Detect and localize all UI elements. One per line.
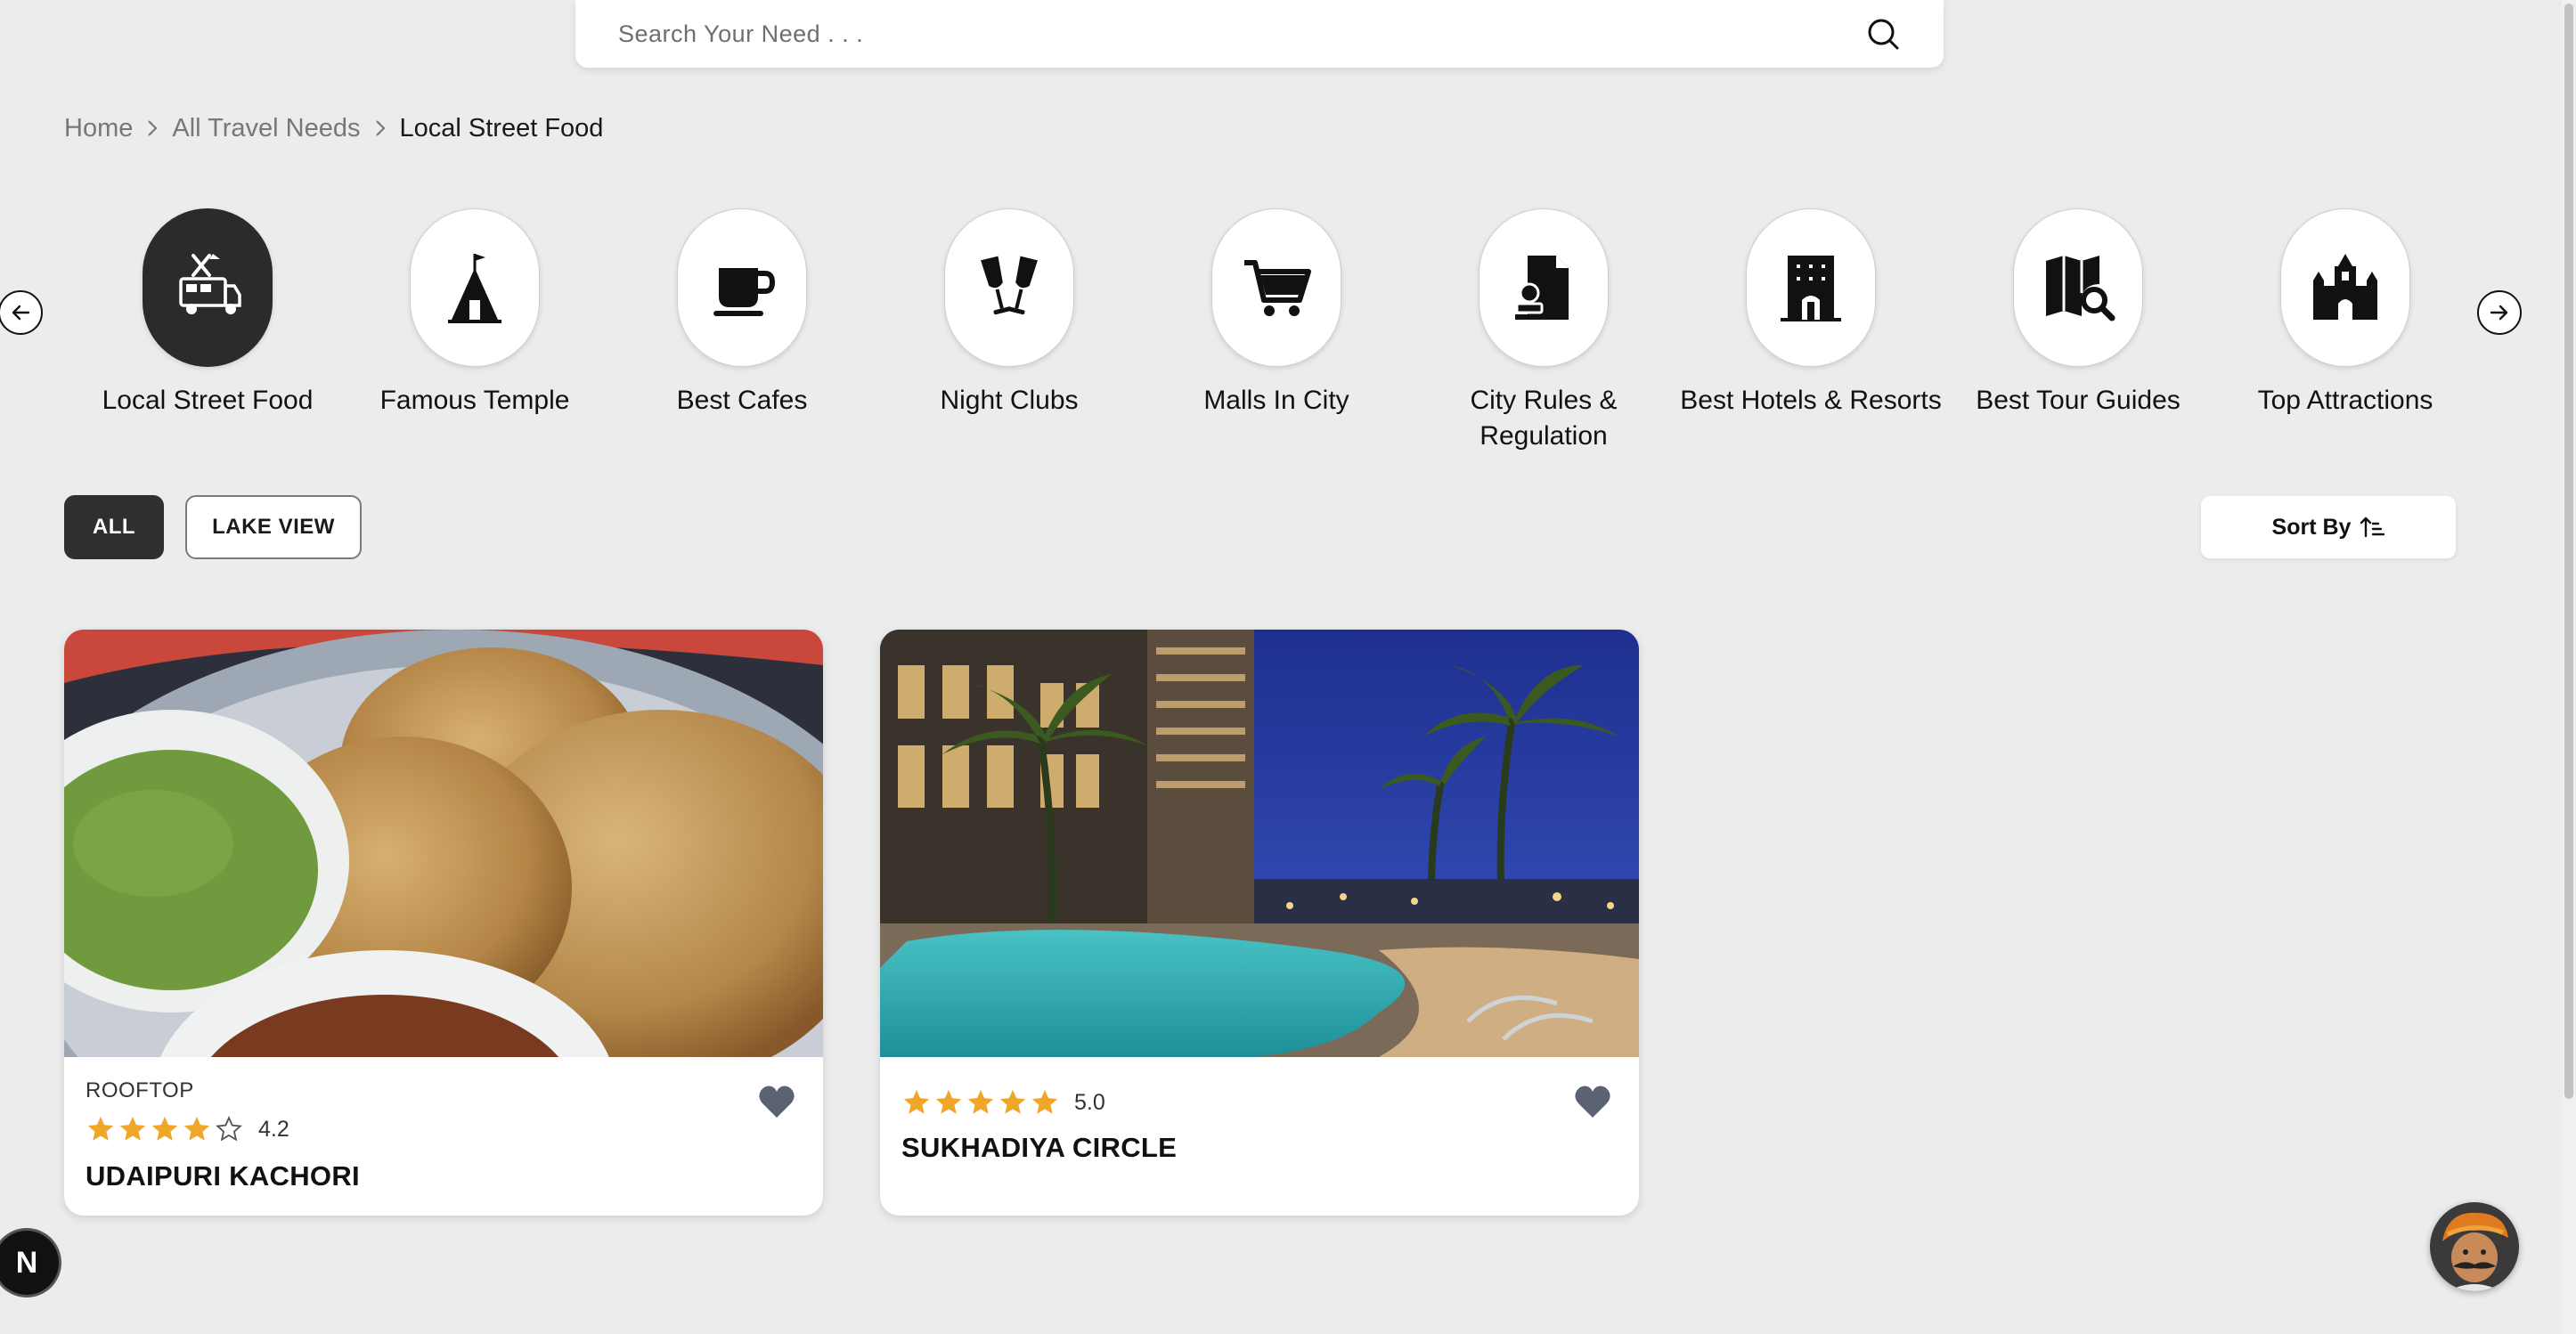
breadcrumb-home[interactable]: Home — [64, 114, 133, 143]
category-top-attractions[interactable]: Top Attractions — [2212, 208, 2479, 419]
category-malls-in-city[interactable]: Malls In City — [1143, 208, 1410, 419]
category-label: Night Clubs — [940, 386, 1079, 415]
palace-icon — [2313, 254, 2377, 320]
star-rating: 5.0 — [901, 1087, 1105, 1118]
category-famous-temple[interactable]: Famous Temple — [341, 208, 608, 419]
listing-card[interactable]: 5.0 SUKHADIYA CIRCLE — [880, 630, 1639, 1216]
chevron-right-icon — [375, 120, 386, 136]
star-filled-icon — [87, 1116, 114, 1141]
star-filled-icon — [967, 1089, 994, 1114]
star-filled-icon — [903, 1089, 930, 1114]
category-icon-circle — [1211, 208, 1341, 367]
search-bar — [575, 0, 1944, 68]
listing-name[interactable]: SUKHADIYA CIRCLE — [901, 1132, 1177, 1164]
filter-all-chip[interactable]: ALL — [64, 495, 164, 559]
category-icon-circle — [1746, 208, 1876, 367]
category-label: Famous Temple — [379, 386, 570, 415]
category-icon-circle — [143, 208, 273, 367]
rating-value: 5.0 — [1074, 1089, 1105, 1115]
sort-by-label: Sort By — [2271, 514, 2352, 540]
category-icon-circle — [944, 208, 1074, 367]
star-filled-icon — [935, 1089, 962, 1114]
category-city-rules[interactable]: City Rules & Regulation — [1410, 208, 1677, 454]
heart-icon[interactable] — [757, 1084, 796, 1119]
sort-by-button[interactable]: Sort By — [2201, 496, 2456, 558]
category-night-clubs[interactable]: Night Clubs — [876, 208, 1143, 419]
listing-name[interactable]: UDAIPURI KACHORI — [86, 1160, 360, 1192]
listing-tag: ROOFTOP — [86, 1078, 194, 1102]
breadcrumb: Home All Travel Needs Local Street Food — [64, 110, 603, 146]
star-filled-icon — [151, 1116, 178, 1141]
breadcrumb-all-travel-needs[interactable]: All Travel Needs — [172, 114, 360, 143]
category-best-hotels[interactable]: Best Hotels & Resorts — [1677, 208, 1944, 419]
chat-assistant-button[interactable] — [2430, 1202, 2519, 1291]
map-search-icon — [2046, 256, 2115, 321]
coffee-cup-icon — [713, 268, 776, 316]
category-label: Top Attractions — [2257, 386, 2433, 415]
listing-image — [880, 630, 1639, 1057]
filter-lake-view-chip[interactable]: LAKE VIEW — [185, 495, 362, 559]
category-icon-circle — [2280, 208, 2410, 367]
chevron-right-icon — [148, 120, 158, 136]
star-filled-icon — [183, 1116, 210, 1141]
hotel-building-icon — [1781, 256, 1841, 321]
star-filled-icon — [119, 1116, 146, 1141]
category-label: Malls In City — [1203, 386, 1349, 415]
scrollbar-thumb[interactable] — [2564, 4, 2573, 1099]
category-icon-circle — [410, 208, 540, 367]
category-best-tour-guides[interactable]: Best Tour Guides — [1944, 208, 2212, 419]
star-filled-icon — [999, 1089, 1026, 1114]
category-label: Best Hotels & Resorts — [1680, 386, 1942, 415]
category-best-cafes[interactable]: Best Cafes — [608, 208, 876, 419]
sort-ascending-icon — [2360, 517, 2385, 538]
star-filled-icon — [1031, 1089, 1058, 1114]
listing-image — [64, 630, 823, 1057]
cheers-glasses-icon — [981, 256, 1038, 315]
shopping-cart-icon — [1244, 260, 1311, 316]
category-label: City Rules & Regulation — [1470, 386, 1618, 451]
page: Home All Travel Needs Local Street Food … — [0, 0, 2576, 1334]
food-truck-icon — [179, 254, 241, 314]
category-icon-circle — [677, 208, 807, 367]
search-icon[interactable] — [1865, 16, 1901, 52]
category-label: Best Tour Guides — [1976, 386, 2181, 415]
category-local-street-food[interactable]: Local Street Food — [74, 208, 341, 419]
category-icon-circle — [1479, 208, 1609, 367]
breadcrumb-current: Local Street Food — [399, 113, 604, 142]
category-icon-circle — [2013, 208, 2143, 367]
document-stamp-icon — [1515, 256, 1569, 320]
star-rating: 4.2 — [86, 1114, 289, 1144]
arrow-right-icon — [2490, 305, 2508, 321]
star-empty-icon — [216, 1115, 242, 1142]
carousel-prev-button[interactable] — [0, 290, 43, 335]
category-label: Local Street Food — [102, 386, 314, 415]
carousel-next-button[interactable] — [2477, 290, 2522, 335]
listing-card[interactable]: ROOFTOP 4.2 UDAIPURI KACHORI — [64, 630, 823, 1216]
dev-tools-badge[interactable]: N — [0, 1231, 59, 1295]
arrow-left-icon — [12, 305, 30, 321]
temple-icon — [448, 254, 501, 323]
heart-icon[interactable] — [1573, 1084, 1612, 1119]
category-label: Best Cafes — [676, 386, 808, 415]
search-input[interactable] — [618, 20, 1865, 48]
assistant-avatar-icon — [2430, 1202, 2519, 1291]
rating-value: 4.2 — [258, 1116, 289, 1142]
vertical-scrollbar[interactable] — [2562, 0, 2576, 1334]
dev-tools-badge-letter: N — [15, 1245, 38, 1280]
